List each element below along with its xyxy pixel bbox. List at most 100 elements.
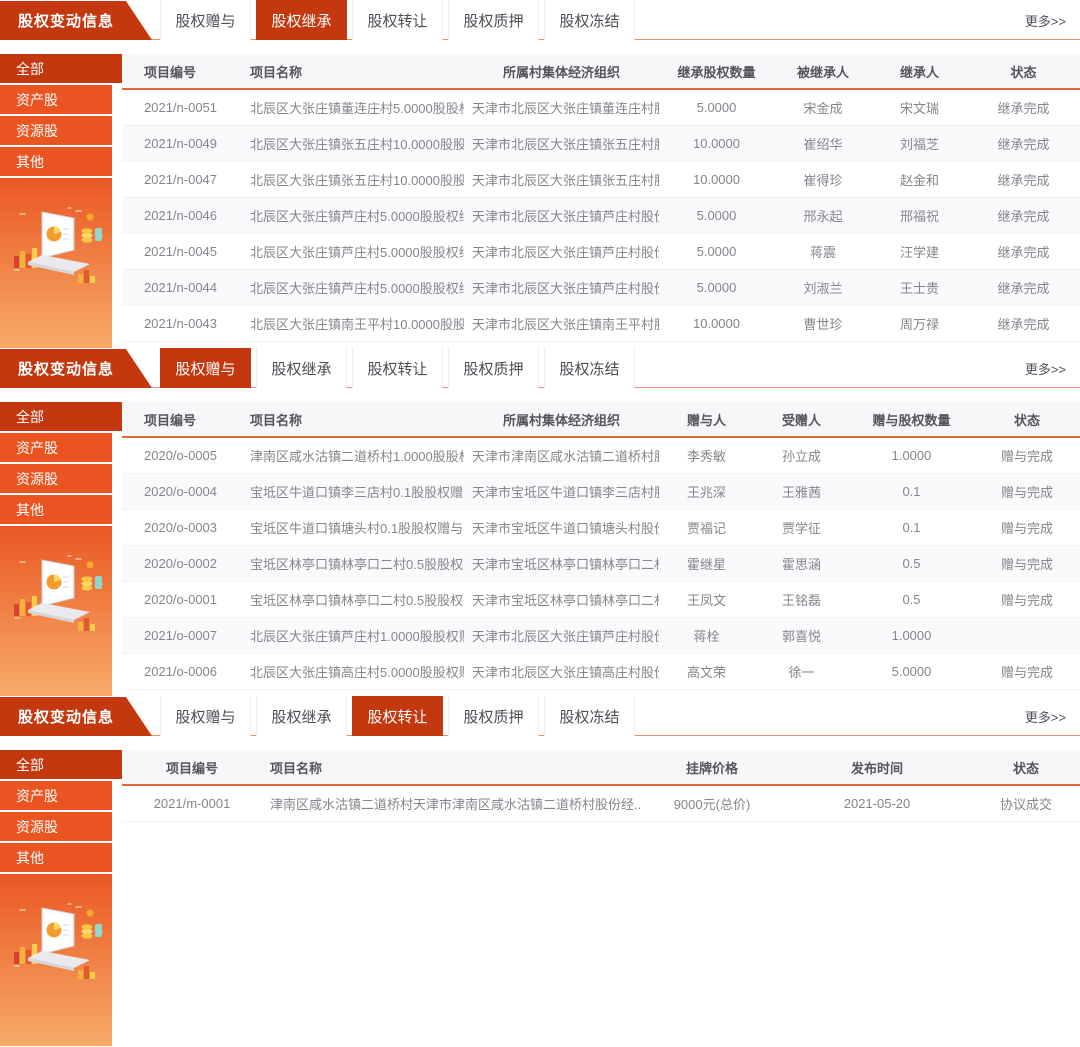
table-cell: 2021/n-0045 bbox=[122, 233, 242, 269]
section-header: 股权变动信息 股权赠与股权继承股权转让股权质押股权冻结 更多>> bbox=[0, 348, 1080, 388]
section-header: 股权变动信息 股权赠与股权继承股权转让股权质押股权冻结 更多>> bbox=[0, 0, 1080, 40]
more-link[interactable]: 更多>> bbox=[1025, 696, 1066, 736]
table-row[interactable]: 2021/n-0049北辰区大张庄镇张五庄村10.0000股股权继...天津市北… bbox=[122, 125, 1080, 161]
sidebar-item-all[interactable]: 全部 bbox=[0, 54, 122, 83]
table-row[interactable]: 2020/o-0005津南区咸水沽镇二道桥村1.0000股股权赠...天津市津南… bbox=[122, 437, 1080, 473]
sidebar-items: 全部资产股资源股其他 bbox=[0, 54, 122, 178]
tab-transfer[interactable]: 股权转让 bbox=[352, 348, 443, 388]
column-header: 项目名称 bbox=[242, 54, 464, 89]
sidebar-item-all[interactable]: 全部 bbox=[0, 750, 122, 779]
table-cell: 2020/o-0005 bbox=[122, 437, 242, 473]
table-cell: 赵金和 bbox=[872, 161, 967, 197]
table-row[interactable]: 2021/o-0007北辰区大张庄镇芦庄村1.0000股股权赠与...天津市北辰… bbox=[122, 617, 1080, 653]
tab-gift[interactable]: 股权赠与 bbox=[160, 348, 251, 388]
sidebar-item-resource-shares[interactable]: 资源股 bbox=[0, 812, 112, 841]
table-row[interactable]: 2020/o-0001宝坻区林亭口镇林亭口二村0.5股股权赠与...天津市宝坻区… bbox=[122, 581, 1080, 617]
table-row[interactable]: 2021/n-0043北辰区大张庄镇南王平村10.0000股股权继...天津市北… bbox=[122, 305, 1080, 341]
table-cell: 北辰区大张庄镇南王平村10.0000股股权继... bbox=[242, 305, 464, 341]
table-header-row: 项目编号项目名称挂牌价格发布时间状态 bbox=[122, 750, 1080, 785]
table-cell: 天津市北辰区大张庄镇芦庄村股份... bbox=[464, 269, 659, 305]
table-cell: 贾福记 bbox=[659, 509, 754, 545]
table-cell: 刘福芝 bbox=[872, 125, 967, 161]
column-header: 项目名称 bbox=[262, 750, 642, 785]
tab-pledge[interactable]: 股权质押 bbox=[448, 696, 539, 736]
section-title-flag: 股权变动信息 bbox=[0, 349, 152, 388]
table-cell: 宝坻区牛道口镇塘头村0.1股股权赠与项目 bbox=[242, 509, 464, 545]
table-cell: 天津市北辰区大张庄镇芦庄村股份... bbox=[464, 617, 659, 653]
table-row[interactable]: 2021/n-0046北辰区大张庄镇芦庄村5.0000股股权继承...天津市北辰… bbox=[122, 197, 1080, 233]
section-body: 全部资产股资源股其他 bbox=[0, 750, 1080, 1046]
table-cell: 5.0000 bbox=[659, 269, 774, 305]
table-cell: 继承完成 bbox=[967, 89, 1080, 125]
table-cell: 继承完成 bbox=[967, 269, 1080, 305]
table-header-row: 项目编号项目名称所属村集体经济组织继承股权数量被继承人继承人状态 bbox=[122, 54, 1080, 89]
table-cell: 宋文瑞 bbox=[872, 89, 967, 125]
table-cell: 天津市宝坻区牛道口镇塘头村股份... bbox=[464, 509, 659, 545]
inheritance-table: 项目编号项目名称所属村集体经济组织继承股权数量被继承人继承人状态 2021/n-… bbox=[122, 54, 1080, 342]
table-cell: 蒋栓 bbox=[659, 617, 754, 653]
column-header: 状态 bbox=[967, 54, 1080, 89]
tab-inherit[interactable]: 股权继承 bbox=[256, 696, 347, 736]
table-cell: 北辰区大张庄镇高庄村5.0000股股权赠与... bbox=[242, 653, 464, 689]
sidebar-item-asset-shares[interactable]: 资产股 bbox=[0, 781, 112, 810]
tab-inherit[interactable]: 股权继承 bbox=[256, 0, 347, 40]
sidebar-item-resource-shares[interactable]: 资源股 bbox=[0, 464, 112, 493]
table-cell: 孙立成 bbox=[754, 437, 849, 473]
table-cell: 5.0000 bbox=[849, 653, 974, 689]
table-cell: 天津市宝坻区林亭口镇林亭口二村... bbox=[464, 545, 659, 581]
table-cell: 2021/m-0001 bbox=[122, 785, 262, 821]
table-cell: 蒋震 bbox=[774, 233, 872, 269]
table-cell: 郭喜悦 bbox=[754, 617, 849, 653]
table-cell: 赠与完成 bbox=[974, 545, 1080, 581]
tab-freeze[interactable]: 股权冻结 bbox=[544, 0, 635, 40]
table-cell: 继承完成 bbox=[967, 125, 1080, 161]
tab-gift[interactable]: 股权赠与 bbox=[160, 696, 251, 736]
table-cell: 2021/n-0046 bbox=[122, 197, 242, 233]
sidebar-item-asset-shares[interactable]: 资产股 bbox=[0, 85, 112, 114]
tab-freeze[interactable]: 股权冻结 bbox=[544, 348, 635, 388]
table-cell: 崔绍华 bbox=[774, 125, 872, 161]
column-header: 被继承人 bbox=[774, 54, 872, 89]
sidebar-item-other[interactable]: 其他 bbox=[0, 495, 112, 524]
sidebar-item-other[interactable]: 其他 bbox=[0, 147, 112, 176]
more-link[interactable]: 更多>> bbox=[1025, 348, 1066, 388]
table-cell: 2020/o-0001 bbox=[122, 581, 242, 617]
tab-bar: 股权赠与股权继承股权转让股权质押股权冻结 bbox=[160, 696, 640, 736]
table-cell: 汪学建 bbox=[872, 233, 967, 269]
column-header: 受赠人 bbox=[754, 402, 849, 437]
table-row[interactable]: 2021/n-0044北辰区大张庄镇芦庄村5.0000股股权继承...天津市北辰… bbox=[122, 269, 1080, 305]
table-row[interactable]: 2020/o-0002宝坻区林亭口镇林亭口二村0.5股股权赠与...天津市宝坻区… bbox=[122, 545, 1080, 581]
table-cell: 1.0000 bbox=[849, 437, 974, 473]
tab-transfer[interactable]: 股权转让 bbox=[352, 696, 443, 736]
table-row[interactable]: 2021/o-0006北辰区大张庄镇高庄村5.0000股股权赠与...天津市北辰… bbox=[122, 653, 1080, 689]
table-row[interactable]: 2021/n-0051北辰区大张庄镇董连庄村5.0000股股权继...天津市北辰… bbox=[122, 89, 1080, 125]
table-cell: 赠与完成 bbox=[974, 473, 1080, 509]
tab-inherit[interactable]: 股权继承 bbox=[256, 348, 347, 388]
more-link[interactable]: 更多>> bbox=[1025, 0, 1066, 40]
tab-gift[interactable]: 股权赠与 bbox=[160, 0, 251, 40]
tab-freeze[interactable]: 股权冻结 bbox=[544, 696, 635, 736]
table-cell: 天津市宝坻区林亭口镇林亭口二村... bbox=[464, 581, 659, 617]
table-cell: 5.0000 bbox=[659, 233, 774, 269]
table-row[interactable]: 2020/o-0003宝坻区牛道口镇塘头村0.1股股权赠与项目天津市宝坻区牛道口… bbox=[122, 509, 1080, 545]
tab-transfer[interactable]: 股权转让 bbox=[352, 0, 443, 40]
laptop-chart-icon bbox=[8, 900, 104, 990]
table-body: 2020/o-0005津南区咸水沽镇二道桥村1.0000股股权赠...天津市津南… bbox=[122, 437, 1080, 689]
table-cell: 2020/o-0004 bbox=[122, 473, 242, 509]
table-row[interactable]: 2021/n-0047北辰区大张庄镇张五庄村10.0000股股权继...天津市北… bbox=[122, 161, 1080, 197]
sidebar-item-other[interactable]: 其他 bbox=[0, 843, 112, 872]
table-cell: 5.0000 bbox=[659, 197, 774, 233]
sidebar-item-all[interactable]: 全部 bbox=[0, 402, 122, 431]
table-row[interactable]: 2020/o-0004宝坻区牛道口镇李三店村0.1股股权赠与项目天津市宝坻区牛道… bbox=[122, 473, 1080, 509]
table-cell: 2021/n-0043 bbox=[122, 305, 242, 341]
table-cell: 0.5 bbox=[849, 581, 974, 617]
sidebar-item-resource-shares[interactable]: 资源股 bbox=[0, 116, 112, 145]
tab-pledge[interactable]: 股权质押 bbox=[448, 0, 539, 40]
tab-pledge[interactable]: 股权质押 bbox=[448, 348, 539, 388]
table-row[interactable]: 2021/m-0001津南区咸水沽镇二道桥村天津市津南区咸水沽镇二道桥村股份经.… bbox=[122, 785, 1080, 821]
table-cell: 10.0000 bbox=[659, 125, 774, 161]
table-row[interactable]: 2021/n-0045北辰区大张庄镇芦庄村5.0000股股权继承...天津市北辰… bbox=[122, 233, 1080, 269]
sidebar-item-asset-shares[interactable]: 资产股 bbox=[0, 433, 112, 462]
gift-table: 项目编号项目名称所属村集体经济组织赠与人受赠人赠与股权数量状态 2020/o-0… bbox=[122, 402, 1080, 690]
table-cell: 2021/o-0006 bbox=[122, 653, 242, 689]
